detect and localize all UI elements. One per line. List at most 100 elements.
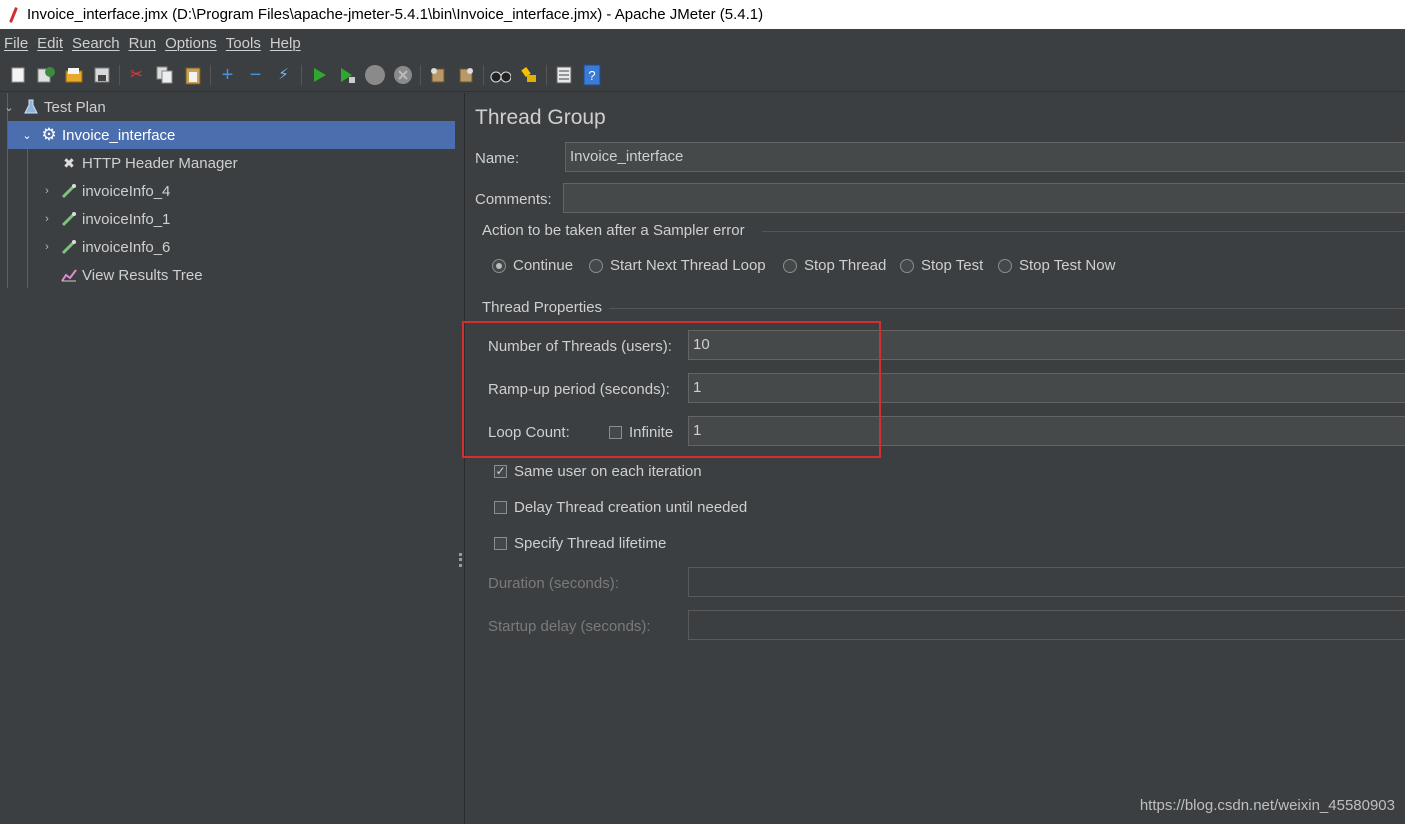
loop-count-field[interactable]: 1 [688,416,1405,446]
checkbox-label: Specify Thread lifetime [514,535,667,552]
menu-tools[interactable]: Tools [226,35,261,52]
startup-delay-label: Startup delay (seconds): [488,618,651,635]
checkbox-box[interactable] [494,501,507,514]
menu-options[interactable]: Options [165,35,217,52]
test-plan-tree: ⌄ Test Plan ⌄ ⚙ Invoice_interface ✖ HTTP… [0,93,456,824]
open-icon[interactable] [63,64,84,85]
radio-stop-test[interactable]: Stop Test [900,257,983,274]
start-icon[interactable] [308,64,329,85]
tree-node-view-results-tree[interactable]: View Results Tree [60,261,203,289]
comments-label: Comments: [475,191,552,208]
window-title: Invoice_interface.jmx (D:\Program Files\… [27,6,764,23]
reset-search-icon[interactable] [518,64,539,85]
radio-start-next-thread-loop[interactable]: Start Next Thread Loop [589,257,766,274]
flask-icon [22,98,40,116]
chevron-right-icon[interactable]: › [40,241,54,253]
start-no-pauses-icon[interactable] [336,64,357,85]
help-icon[interactable]: ? [581,64,602,85]
new-icon[interactable] [7,64,28,85]
sampler-error-group-title: Action to be taken after a Sampler error [482,222,745,239]
group-divider [609,308,1405,309]
tree-node-thread-group[interactable]: ⌄ ⚙ Invoice_interface [8,121,455,149]
chevron-down-icon[interactable]: ⌄ [20,129,34,142]
gear-icon: ⚙ [41,125,57,144]
tree-node-label: HTTP Header Manager [82,154,238,172]
page-title: Thread Group [475,106,606,129]
tree-node-invoiceinfo-1[interactable]: › invoiceInfo_1 [40,205,170,233]
clear-all-icon[interactable] [455,64,476,85]
jmeter-feather-icon [6,6,20,24]
save-icon[interactable] [91,64,112,85]
function-helper-icon[interactable] [553,64,574,85]
collapse-icon[interactable]: − [245,64,266,85]
toolbar-separator [483,64,484,85]
radio-stop-test-now[interactable]: Stop Test Now [998,257,1115,274]
copy-icon[interactable] [154,64,175,85]
menu-file[interactable]: File [4,35,28,52]
tree-node-http-header-manager[interactable]: ✖ HTTP Header Manager [60,149,238,177]
menu-search[interactable]: Search [72,35,120,52]
chevron-down-icon[interactable]: ⌄ [2,101,16,114]
radio-label: Stop Test [921,257,984,274]
threads-field[interactable]: 10 [688,330,1405,360]
threads-label: Number of Threads (users): [488,338,672,355]
split-pane-divider[interactable] [456,93,465,824]
tree-node-label: invoiceInfo_1 [82,210,171,228]
infinite-checkbox[interactable]: Infinite [609,424,673,441]
radio-button[interactable] [900,258,914,273]
search-icon[interactable] [490,64,511,85]
tree-node-test-plan[interactable]: ⌄ Test Plan [2,93,456,121]
watermark: https://blog.csdn.net/weixin_45580903 [1139,797,1395,814]
menu-bar: File Edit Search Run Options Tools Help [0,29,1405,58]
radio-button[interactable] [589,258,603,273]
name-field[interactable]: Invoice_interface [565,142,1405,172]
rampup-field[interactable]: 1 [688,373,1405,403]
checkbox-box[interactable] [494,537,507,550]
toggle-icon[interactable]: ⚡ [273,64,294,85]
startup-delay-field[interactable] [688,610,1405,640]
thread-properties-group-title: Thread Properties [482,299,603,316]
radio-button[interactable] [783,258,797,273]
tree-guide-line [27,148,28,288]
chevron-right-icon[interactable]: › [40,213,54,225]
checkmark-icon[interactable]: ✓ [494,465,507,478]
thread-lifetime-checkbox[interactable]: Specify Thread lifetime [494,535,666,552]
comments-field[interactable] [563,183,1405,213]
stop-icon[interactable] [364,64,385,85]
duration-field[interactable] [688,567,1405,597]
shutdown-icon[interactable] [392,64,413,85]
menu-edit[interactable]: Edit [37,35,63,52]
cut-icon[interactable]: ✂ [126,64,147,85]
same-user-checkbox[interactable]: ✓ Same user on each iteration [494,463,702,480]
radio-continue[interactable]: Continue [492,257,573,274]
radio-button[interactable] [492,258,506,273]
duration-label: Duration (seconds): [488,575,619,592]
templates-icon[interactable] [35,64,56,85]
rampup-label: Ramp-up period (seconds): [488,381,670,398]
expand-icon[interactable]: + [217,64,238,85]
delay-thread-checkbox[interactable]: Delay Thread creation until needed [494,499,747,516]
paste-icon[interactable] [182,64,203,85]
clear-icon[interactable] [427,64,448,85]
menu-run[interactable]: Run [129,35,157,52]
checkbox-box[interactable] [609,426,622,439]
title-bar: Invoice_interface.jmx (D:\Program Files\… [0,0,1405,29]
tree-node-invoiceinfo-4[interactable]: › invoiceInfo_4 [40,177,170,205]
pipette-icon [60,182,78,200]
checkbox-label: Delay Thread creation until needed [514,499,748,516]
tree-node-label: invoiceInfo_6 [82,238,171,256]
svg-text:?: ? [588,68,595,83]
radio-stop-thread[interactable]: Stop Thread [783,257,886,274]
drag-handle-icon[interactable] [459,553,462,567]
radio-button[interactable] [998,258,1012,273]
menu-help[interactable]: Help [270,35,301,52]
tree-node-invoiceinfo-6[interactable]: › invoiceInfo_6 [40,233,170,261]
tree-node-label: Invoice_interface [62,126,176,144]
tree-node-label: View Results Tree [82,266,203,284]
thread-group-panel: Thread Group Name: Invoice_interface Com… [466,93,1405,824]
radio-label: Continue [513,257,574,274]
chevron-right-icon[interactable]: › [40,185,54,197]
toolbar-separator [210,64,211,85]
checkbox-label: Infinite [629,424,674,441]
toolbar-separator [420,64,421,85]
